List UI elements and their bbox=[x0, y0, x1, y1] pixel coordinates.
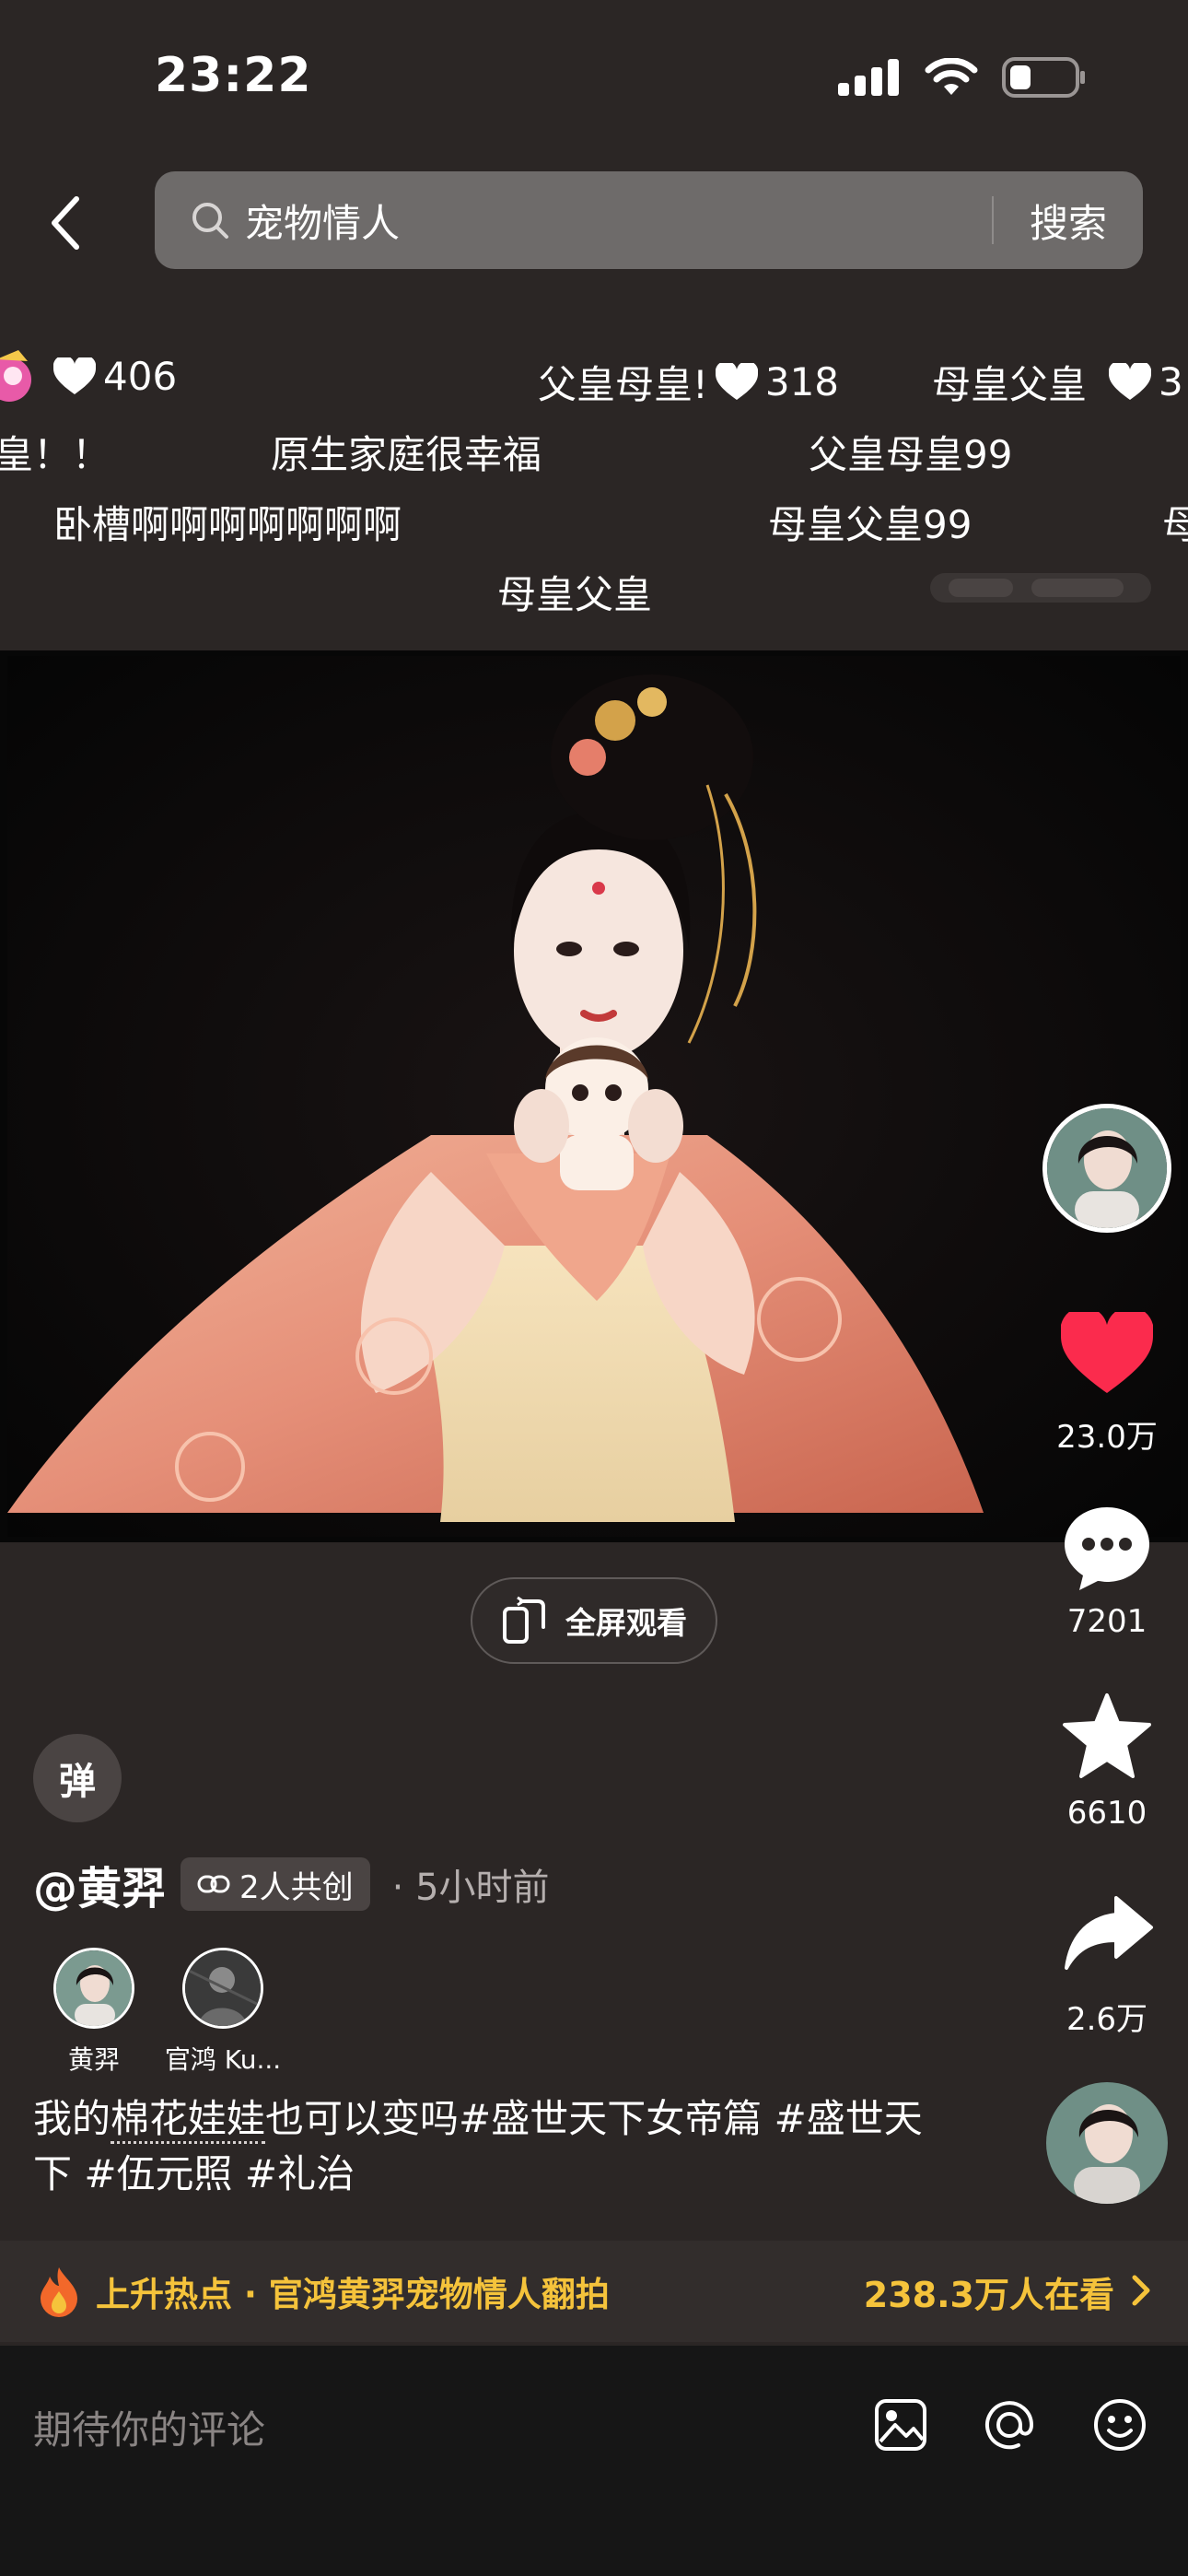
comment-input[interactable]: 期待你的评论 bbox=[33, 2399, 265, 2455]
search-bar[interactable]: 宠物情人 搜索 bbox=[155, 171, 1143, 269]
post-time: · 5小时前 bbox=[391, 1867, 550, 1909]
video-frame-image bbox=[7, 656, 1181, 1537]
music-avatar[interactable] bbox=[1046, 2082, 1168, 2204]
author-avatar[interactable] bbox=[1042, 1104, 1171, 1233]
comment-count: 7201 bbox=[1066, 1603, 1147, 1640]
creator-avatar bbox=[53, 1948, 134, 2029]
danmaku-item: 皇！！ bbox=[0, 432, 111, 477]
search-button[interactable]: 搜索 bbox=[994, 193, 1143, 249]
like-count: 23.0万 bbox=[1056, 1419, 1158, 1456]
link-icon bbox=[197, 1875, 230, 1893]
like-button[interactable] bbox=[1061, 1312, 1153, 1395]
signal-icon bbox=[838, 59, 899, 96]
danmaku-item: 父皇母皇! 318 bbox=[538, 354, 839, 410]
danmaku-item: 母皇父皇 3 bbox=[932, 354, 1183, 410]
hot-topic-bar[interactable]: 上升热点 · 官鸿黄羿宠物情人翻拍 238.3万人在看 bbox=[0, 2241, 1188, 2342]
creator-item[interactable]: 官鸿 Ku... bbox=[149, 1948, 297, 2077]
back-button[interactable] bbox=[42, 186, 88, 260]
blurred-danmaku bbox=[930, 573, 1151, 603]
danmaku-likes: 3 bbox=[1159, 359, 1183, 404]
danmaku-likes: 318 bbox=[764, 359, 840, 404]
chevron-right-icon bbox=[1132, 2275, 1150, 2306]
fullscreen-button[interactable]: 全屏观看 bbox=[471, 1577, 717, 1664]
author-line: @黄羿 2人共创 · 5小时前 bbox=[33, 1852, 550, 1916]
heart-icon bbox=[53, 357, 96, 394]
caption-highlight-link[interactable]: 棉花娃娃 bbox=[111, 2096, 266, 2144]
danmaku-likes: 406 bbox=[103, 354, 178, 399]
post-caption: 我的棉花娃娃也可以变吗#盛世天下女帝篇 #盛世天下 #伍元照 #礼治 bbox=[33, 2091, 954, 2202]
comment-button[interactable] bbox=[1061, 1504, 1153, 1592]
comment-bar: 期待你的评论 bbox=[0, 2346, 1188, 2576]
cocreate-label: 2人共创 bbox=[239, 1868, 354, 1906]
share-count: 2.6万 bbox=[1066, 2001, 1148, 2038]
danmaku-item: 母 bbox=[1162, 502, 1188, 547]
search-input[interactable]: 宠物情人 bbox=[245, 193, 992, 249]
danmaku-toggle-label: 弹 bbox=[59, 1761, 96, 1803]
cocreate-badge[interactable]: 2人共创 bbox=[181, 1857, 370, 1911]
danmaku-text: 母皇父皇 bbox=[932, 362, 1088, 407]
danmaku-text: 父皇母皇! bbox=[538, 362, 708, 407]
emoji-icon[interactable] bbox=[1092, 2397, 1147, 2453]
mention-icon[interactable] bbox=[982, 2397, 1037, 2453]
fullscreen-label: 全屏观看 bbox=[565, 1605, 687, 1641]
hot-viewers: 238.3万人在看 bbox=[863, 2274, 1114, 2315]
chevron-left-icon bbox=[52, 196, 79, 250]
sticker-icon bbox=[0, 350, 31, 402]
image-icon[interactable] bbox=[873, 2397, 928, 2453]
avatar-image bbox=[1046, 2082, 1168, 2204]
hot-topic-text: 上升热点 · 官鸿黄羿宠物情人翻拍 bbox=[96, 2275, 610, 2314]
danmaku-item: 母皇父皇 bbox=[497, 572, 653, 617]
search-icon bbox=[192, 203, 228, 239]
rotate-screen-icon bbox=[503, 1596, 545, 1644]
creator-item[interactable]: 黄羿 bbox=[20, 1948, 168, 2077]
status-time: 23:22 bbox=[155, 48, 312, 103]
creator-name: 黄羿 bbox=[67, 2044, 120, 2075]
author-name[interactable]: @黄羿 bbox=[33, 1852, 166, 1916]
favorite-button[interactable] bbox=[1061, 1692, 1153, 1780]
creator-avatar bbox=[182, 1948, 263, 2029]
danmaku-item: 406 bbox=[53, 354, 177, 399]
caption-prefix: 我的 bbox=[33, 2096, 111, 2141]
danmaku-item: 卧槽啊啊啊啊啊啊啊 bbox=[53, 502, 402, 547]
battery-icon bbox=[1002, 57, 1085, 98]
creator-name: 官鸿 Ku... bbox=[164, 2044, 282, 2075]
share-button[interactable] bbox=[1063, 1894, 1155, 1972]
avatar-image bbox=[1047, 1108, 1167, 1228]
status-icons bbox=[838, 57, 1087, 98]
danmaku-toggle-button[interactable]: 弹 bbox=[33, 1734, 122, 1822]
danmaku-item: 原生家庭很幸福 bbox=[271, 432, 542, 477]
heart-icon bbox=[715, 362, 758, 400]
heart-icon bbox=[1109, 362, 1152, 400]
favorite-count: 6610 bbox=[1066, 1795, 1147, 1832]
wifi-icon bbox=[925, 58, 978, 95]
danmaku-item: 母皇父皇99 bbox=[768, 502, 973, 547]
danmaku-item: 父皇母皇99 bbox=[809, 432, 1013, 477]
fire-icon bbox=[41, 2267, 77, 2317]
